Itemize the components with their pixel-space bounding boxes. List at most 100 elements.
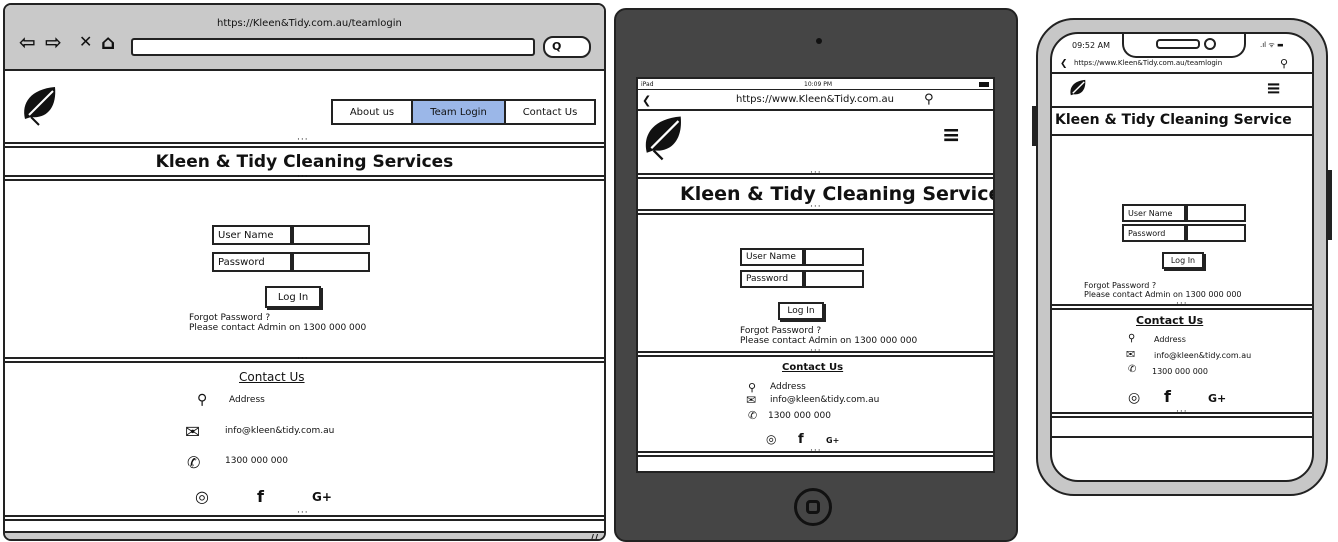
- back-icon[interactable]: ⇦: [19, 32, 36, 52]
- status-time: 09:52 AM: [1072, 41, 1110, 50]
- separator-dots: ···: [1176, 299, 1188, 309]
- separator-dots: ···: [1176, 407, 1188, 417]
- password-label: Password: [212, 252, 292, 272]
- contact-address: Address: [229, 395, 265, 405]
- divider: [1052, 106, 1312, 108]
- leaf-logo-icon: [24, 87, 56, 126]
- search-icon[interactable]: ⚲: [1280, 58, 1288, 69]
- menu-contact-us[interactable]: Contact Us: [506, 101, 594, 123]
- search-button[interactable]: Q: [543, 36, 591, 58]
- signal-wifi-battery-icon: .ıl ᯤ ▬: [1260, 41, 1284, 49]
- camera-icon: [816, 38, 822, 44]
- separator-dots: ···: [297, 135, 309, 145]
- login-button[interactable]: Log In: [1162, 252, 1204, 269]
- instagram-icon[interactable]: ◎: [1128, 391, 1140, 405]
- contact-heading: Contact Us: [239, 370, 305, 384]
- instagram-icon[interactable]: ◎: [766, 433, 776, 445]
- facebook-icon[interactable]: f: [1164, 389, 1171, 405]
- contact-admin-text: Please contact Admin on 1300 000 000: [740, 336, 918, 346]
- divider: [5, 519, 604, 521]
- menu-about-us[interactable]: About us: [333, 101, 413, 123]
- phone-side-button: [1328, 170, 1332, 240]
- stop-icon[interactable]: ✕: [79, 34, 92, 50]
- contact-email[interactable]: info@kleen&tidy.com.au: [1154, 352, 1251, 360]
- contact-heading: Contact Us: [1136, 314, 1204, 327]
- browser-url-label[interactable]: https://www.Kleen&Tidy.com.au: [736, 95, 894, 105]
- contact-admin-text: Please contact Admin on 1300 000 000: [189, 323, 367, 333]
- contact-heading: Contact Us: [782, 362, 844, 373]
- phone-icon: ✆: [748, 409, 758, 422]
- password-input[interactable]: [804, 270, 864, 288]
- password-input[interactable]: [292, 252, 370, 272]
- separator-dots: ···: [297, 172, 309, 182]
- contact-admin-text: Please contact Admin on 1300 000 000: [1084, 290, 1242, 299]
- separator-dots: ···: [810, 346, 822, 356]
- browser-status-bar: //: [5, 531, 604, 539]
- phone-screen: 09:52 AM .ıl ᯤ ▬ ❮ https://www.Kleen&Tid…: [1050, 32, 1314, 482]
- back-icon[interactable]: ❮: [642, 95, 651, 106]
- hamburger-menu-icon[interactable]: ≡: [942, 125, 960, 147]
- phone-device: 09:52 AM .ıl ᯤ ▬ ❮ https://www.Kleen&Tid…: [1036, 18, 1328, 496]
- search-icon[interactable]: ⚲: [924, 93, 934, 106]
- leaf-logo-icon: [645, 116, 681, 161]
- contact-phone[interactable]: 1300 000 000: [768, 411, 831, 422]
- password-label: Password: [740, 270, 804, 288]
- home-button[interactable]: [794, 488, 832, 526]
- username-input[interactable]: [804, 248, 864, 266]
- instagram-icon[interactable]: ◎: [195, 489, 209, 505]
- forward-icon[interactable]: ⇨: [45, 32, 62, 52]
- hamburger-menu-icon[interactable]: ≡: [1266, 80, 1281, 98]
- back-icon[interactable]: ❮: [1060, 60, 1068, 69]
- tablet-screen: iPad 10:09 PM ❮ https://www.Kleen&Tidy.c…: [636, 77, 995, 473]
- location-pin-icon: ⚲: [197, 392, 208, 408]
- username-label: User Name: [1122, 204, 1186, 222]
- username-label: User Name: [740, 248, 804, 266]
- contact-phone[interactable]: 1300 000 000: [225, 456, 288, 467]
- home-icon[interactable]: ⌂: [101, 32, 115, 52]
- status-time: 10:09 PM: [804, 81, 832, 88]
- browser-toolbar: https://Kleen&Tidy.com.au/teamlogin ⇦ ⇨ …: [5, 5, 604, 71]
- googleplus-icon[interactable]: G+: [1208, 393, 1226, 404]
- googleplus-icon[interactable]: G+: [312, 491, 332, 503]
- separator-dots: ···: [810, 202, 822, 212]
- camera-icon: [1204, 38, 1216, 50]
- divider: [1052, 436, 1312, 438]
- username-input[interactable]: [1186, 204, 1246, 222]
- googleplus-icon[interactable]: G+: [826, 437, 839, 445]
- battery-icon: [979, 82, 989, 87]
- divider: [638, 213, 993, 215]
- login-button[interactable]: Log In: [778, 302, 824, 320]
- phone-icon: ✆: [187, 453, 201, 472]
- mail-icon: ✉: [746, 393, 757, 407]
- divider: [638, 109, 993, 111]
- browser-url-label: https://Kleen&Tidy.com.au/teamlogin: [217, 18, 402, 29]
- contact-phone[interactable]: 1300 000 000: [1152, 368, 1208, 376]
- resize-handle-icon[interactable]: //: [590, 533, 598, 539]
- location-pin-icon: ⚲: [1128, 333, 1136, 344]
- tablet-device: iPad 10:09 PM ❮ https://www.Kleen&Tidy.c…: [614, 8, 1018, 542]
- divider: [1052, 72, 1312, 74]
- location-pin-icon: ⚲: [748, 381, 757, 394]
- browser-url-label[interactable]: https://www.Kleen&Tidy.com.au/teamlogin: [1074, 60, 1222, 67]
- phone-notch: [1122, 34, 1246, 58]
- username-input[interactable]: [292, 225, 370, 245]
- login-button[interactable]: Log In: [265, 286, 321, 308]
- facebook-icon[interactable]: f: [798, 433, 804, 446]
- divider: [5, 146, 604, 148]
- contact-address: Address: [1154, 335, 1186, 344]
- contact-email[interactable]: info@kleen&tidy.com.au: [770, 395, 879, 406]
- menu-team-login[interactable]: Team Login: [413, 101, 506, 123]
- contact-email[interactable]: info@kleen&tidy.com.au: [225, 426, 334, 437]
- forgot-password-text[interactable]: Forgot Password ?: [1084, 282, 1156, 290]
- password-label: Password: [1122, 224, 1186, 242]
- desktop-browser-window: https://Kleen&Tidy.com.au/teamlogin ⇦ ⇨ …: [3, 3, 606, 541]
- separator-dots: ···: [297, 508, 309, 518]
- username-label: User Name: [212, 225, 292, 245]
- divider: [638, 89, 993, 90]
- page-title: Kleen & Tidy Cleaning Services: [155, 152, 454, 172]
- separator-dots: ···: [297, 354, 309, 364]
- mail-icon: ✉: [185, 422, 201, 443]
- password-input[interactable]: [1186, 224, 1246, 242]
- facebook-icon[interactable]: f: [257, 489, 264, 505]
- address-bar[interactable]: [131, 38, 535, 56]
